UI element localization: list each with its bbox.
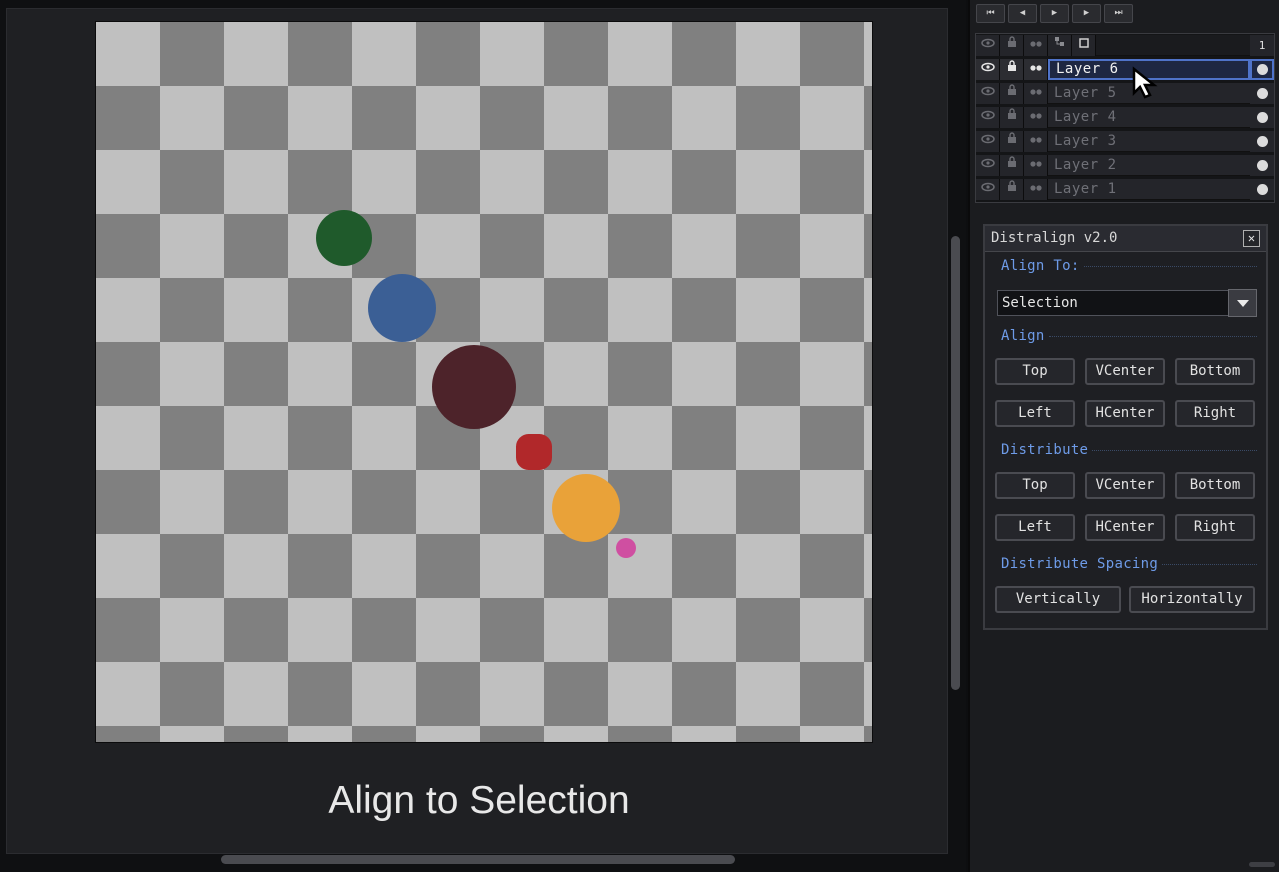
orange-circle[interactable] xyxy=(552,474,620,542)
dialog-titlebar[interactable]: Distralign v2.0 ✕ xyxy=(985,226,1266,252)
cel-dot[interactable] xyxy=(1250,154,1274,176)
layers-list: 1 Layer 6 Layer 5 Layer 4 Layer 3 Layer … xyxy=(975,33,1275,203)
eye-icon[interactable] xyxy=(976,34,1000,56)
eye-icon[interactable] xyxy=(976,106,1000,128)
first-frame-button[interactable]: ⏮ xyxy=(976,4,1005,23)
next-frame-button[interactable]: ▶ xyxy=(1072,4,1101,23)
align-to-select[interactable]: Selection xyxy=(997,289,1257,317)
distribute-vcenter-button[interactable]: VCenter xyxy=(1085,472,1165,499)
align-left-button[interactable]: Left xyxy=(995,400,1075,427)
lock-icon[interactable] xyxy=(1000,130,1024,152)
caption-text: Align to Selection xyxy=(328,779,630,822)
cel-dot[interactable] xyxy=(1250,178,1274,200)
layer-row[interactable]: Layer 5 xyxy=(976,82,1274,104)
layers-header: 1 xyxy=(976,34,1274,56)
distribute-top-button[interactable]: Top xyxy=(995,472,1075,499)
frame-number[interactable]: 1 xyxy=(1250,34,1274,56)
cel-dot[interactable] xyxy=(1250,58,1274,80)
align-right-button[interactable]: Right xyxy=(1175,400,1255,427)
step-back-icon: ◀ xyxy=(1019,8,1026,18)
lock-icon[interactable] xyxy=(1000,82,1024,104)
link-icon[interactable] xyxy=(1024,106,1048,128)
play-button[interactable]: ▶ xyxy=(1040,4,1069,23)
layer-name[interactable]: Layer 3 xyxy=(1048,130,1250,152)
frame-number-label: 1 xyxy=(1258,38,1266,52)
spacing-horizontally-button[interactable]: Horizontally xyxy=(1129,586,1255,613)
link-icon[interactable] xyxy=(1024,34,1048,56)
spacing-section-label: Distribute Spacing xyxy=(1001,556,1257,572)
layer-row[interactable]: Layer 6 xyxy=(976,58,1274,80)
eye-icon[interactable] xyxy=(976,154,1000,176)
panel-resize-handle[interactable] xyxy=(1249,862,1275,867)
align-vcenter-button[interactable]: VCenter xyxy=(1085,358,1165,385)
distralign-dialog: Distralign v2.0 ✕ Align To: Selection Al… xyxy=(983,224,1268,630)
close-icon: ✕ xyxy=(1247,231,1256,245)
dropdown-arrow-icon[interactable] xyxy=(1228,289,1257,317)
layer-row[interactable]: Layer 2 xyxy=(976,154,1274,176)
lock-icon[interactable] xyxy=(1000,178,1024,200)
eye-icon[interactable] xyxy=(976,58,1000,80)
red-diamond[interactable] xyxy=(516,434,552,470)
green-circle[interactable] xyxy=(316,210,372,266)
cel-dot[interactable] xyxy=(1250,106,1274,128)
last-frame-button[interactable]: ⏭ xyxy=(1104,4,1133,23)
lock-icon[interactable] xyxy=(1000,106,1024,128)
align-top-button[interactable]: Top xyxy=(995,358,1075,385)
sprite-canvas[interactable] xyxy=(95,21,873,743)
align-hcenter-button[interactable]: HCenter xyxy=(1085,400,1165,427)
distribute-hcenter-button[interactable]: HCenter xyxy=(1085,514,1165,541)
horizontal-scrollbar[interactable] xyxy=(221,855,735,864)
link-icon[interactable] xyxy=(1024,130,1048,152)
layer-row[interactable]: Layer 1 xyxy=(976,178,1274,200)
editor-viewport[interactable]: Align to Selection xyxy=(6,8,948,854)
step-forward-icon: ▶ xyxy=(1083,8,1090,18)
header-spacer xyxy=(1096,34,1250,56)
close-button[interactable]: ✕ xyxy=(1243,230,1260,247)
layer-name[interactable]: Layer 2 xyxy=(1048,154,1250,176)
eye-icon[interactable] xyxy=(976,130,1000,152)
eye-icon[interactable] xyxy=(976,178,1000,200)
distribute-section-label: Distribute xyxy=(1001,442,1257,458)
group-icon[interactable] xyxy=(1048,34,1072,56)
link-icon[interactable] xyxy=(1024,82,1048,104)
play-icon: ▶ xyxy=(1051,8,1058,18)
lock-icon[interactable] xyxy=(1000,34,1024,56)
vertical-scrollbar[interactable] xyxy=(951,236,960,690)
layer-row[interactable]: Layer 3 xyxy=(976,130,1274,152)
align-to-value: Selection xyxy=(1002,295,1078,311)
layer-name[interactable]: Layer 1 xyxy=(1048,178,1250,200)
layer-row[interactable]: Layer 4 xyxy=(976,106,1274,128)
link-icon[interactable] xyxy=(1024,178,1048,200)
prev-frame-button[interactable]: ◀ xyxy=(1008,4,1037,23)
blue-circle[interactable] xyxy=(368,274,436,342)
link-icon[interactable] xyxy=(1024,58,1048,80)
layer-name[interactable]: Layer 4 xyxy=(1048,106,1250,128)
align-section-label: Align xyxy=(1001,328,1257,344)
cel-dot[interactable] xyxy=(1250,130,1274,152)
workspace: Align to Selection xyxy=(0,0,966,872)
maroon-circle[interactable] xyxy=(432,345,516,429)
frame-square-icon[interactable] xyxy=(1072,34,1096,56)
skip-back-icon: ⏮ xyxy=(986,8,995,18)
distribute-right-button[interactable]: Right xyxy=(1175,514,1255,541)
mouse-cursor-icon xyxy=(1132,66,1158,99)
lock-icon[interactable] xyxy=(1000,154,1024,176)
eye-icon[interactable] xyxy=(976,82,1000,104)
frame-controls: ⏮ ◀ ▶ ▶ ⏭ xyxy=(976,4,1133,23)
distribute-left-button[interactable]: Left xyxy=(995,514,1075,541)
align-to-label: Align To: xyxy=(1001,258,1257,274)
skip-forward-icon: ⏭ xyxy=(1114,8,1123,18)
align-bottom-button[interactable]: Bottom xyxy=(1175,358,1255,385)
pink-dot[interactable] xyxy=(616,538,636,558)
spacing-vertically-button[interactable]: Vertically xyxy=(995,586,1121,613)
cel-dot[interactable] xyxy=(1250,82,1274,104)
distribute-bottom-button[interactable]: Bottom xyxy=(1175,472,1255,499)
link-icon[interactable] xyxy=(1024,154,1048,176)
dialog-title: Distralign v2.0 xyxy=(991,230,1118,246)
lock-icon[interactable] xyxy=(1000,58,1024,80)
